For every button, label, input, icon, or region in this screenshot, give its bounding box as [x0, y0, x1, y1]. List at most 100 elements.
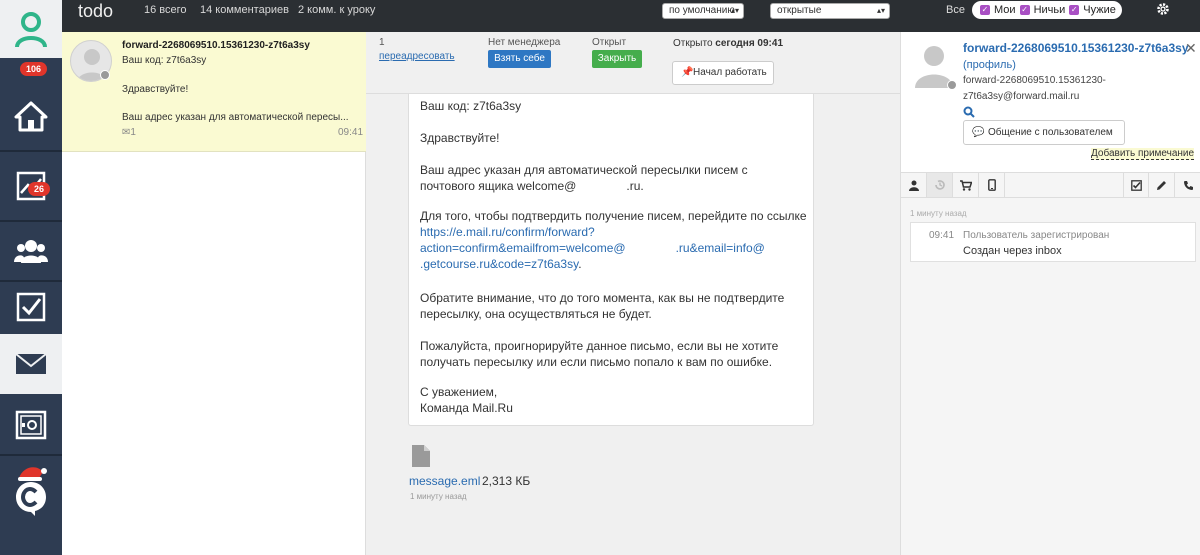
mail-count-value: 1 [130, 127, 136, 138]
tab-history[interactable] [927, 173, 953, 197]
offline-status-dot [947, 80, 957, 90]
profile-link[interactable]: (профиль) [963, 59, 1016, 71]
tab-orders[interactable] [953, 173, 979, 197]
cart-icon [959, 179, 972, 191]
user-menu-item[interactable] [0, 0, 62, 58]
owner-filter: ✓ Мои ✓ Ничьи ✓ Чужие [972, 1, 1122, 19]
user-tabs [901, 172, 1200, 198]
lesson-comments-count[interactable]: 2 комм. к уроку [298, 4, 375, 16]
sort-select[interactable]: по умолчанию ▴▾ [662, 3, 744, 19]
event-title: Пользователь зарегистрирован [963, 230, 1110, 241]
user-name[interactable]: forward-2268069510.15361230-z7t6a3sy [963, 41, 1189, 55]
opened-prefix: Открыто [673, 38, 713, 49]
message-sign-line2: Команда Mail.Ru [420, 401, 513, 415]
safe-menu-item[interactable] [0, 396, 62, 454]
state-select[interactable]: открытые ▴▾ [770, 3, 890, 19]
conversation-snippet: Ваш адрес указан для автоматической пере… [122, 112, 349, 123]
app-title: todo [78, 1, 114, 21]
opened-label: Открыт [592, 37, 627, 48]
no-manager-label: Нет менеджера [488, 37, 561, 48]
confirm-link-text3[interactable]: .getcourse.ru&code=z7t6a3sy [420, 257, 578, 271]
tab-tasks[interactable] [1123, 173, 1149, 197]
offline-status-dot [100, 70, 110, 80]
take-button[interactable]: Взять себе [488, 50, 551, 68]
person-icon [908, 180, 919, 191]
tasks-menu-item[interactable] [0, 282, 62, 332]
start-work-button[interactable]: 📌 Начал работать [672, 61, 774, 85]
tab-profile[interactable] [901, 173, 927, 197]
message-greeting: Здравствуйте! [420, 131, 500, 145]
confirm-link-line1[interactable]: https://e.mail.ru/confirm/forward? [420, 224, 595, 240]
confirm-link-text2[interactable]: action=confirm&emailfrom=welcome@ .ru&em… [420, 241, 765, 255]
event-subtitle: Создан через inbox [963, 245, 1062, 257]
search-icon[interactable] [963, 106, 975, 118]
attachment-size: 2,313 КБ [482, 474, 531, 488]
link-period: . [578, 257, 582, 271]
file-icon[interactable] [411, 444, 431, 468]
message-para4-line2: получать пересылку или если письмо попал… [420, 355, 773, 369]
message-code: Ваш код: z7t6a3sy [420, 99, 522, 113]
message-para1-line2: почтового ящика welcome@ .ru. [420, 179, 644, 193]
chat-with-user-label: Общение с пользователем [988, 127, 1113, 138]
checked-box-icon [1130, 179, 1142, 191]
redirect-link[interactable]: переадресовать [379, 51, 455, 62]
filter-others[interactable]: Чужие [1083, 4, 1116, 16]
conversation-code: Ваш код: z7t6a3sy [122, 55, 207, 66]
event-time: 09:41 [929, 230, 955, 241]
chat-bubbles-icon: 💬 [972, 127, 985, 138]
mobile-icon [987, 179, 996, 191]
add-note-link[interactable]: Добавить примечание [1091, 148, 1195, 160]
users-icon [14, 240, 48, 263]
checkmark-icon[interactable]: ✓ [980, 5, 990, 15]
confirm-link-line3[interactable]: .getcourse.ru&code=z7t6a3sy. [420, 256, 582, 272]
conversation-greeting: Здравствуйте! [122, 84, 189, 95]
user-panel: forward-2268069510.15361230-z7t6a3sy ✕ (… [900, 32, 1200, 555]
brand-menu-item[interactable] [0, 458, 62, 520]
confirm-link-line2[interactable]: action=confirm&emailfrom=welcome@ .ru&em… [420, 240, 765, 256]
stats-count-badge: 26 [28, 182, 51, 196]
message-para4-line1: Пожалуйста, проигнорируйте данное письмо… [420, 339, 779, 353]
filter-nobody[interactable]: Ничьи [1034, 4, 1066, 16]
attachment-name[interactable]: message.eml [409, 474, 480, 488]
opened-at: Открыто сегодня 09:41 [673, 38, 783, 49]
comments-count[interactable]: 14 комментариев [200, 4, 289, 16]
close-ticket-button[interactable]: Закрыть [592, 50, 642, 68]
start-work-label: Начал работать [693, 67, 767, 78]
checkmark-icon[interactable]: ✓ [1019, 5, 1030, 15]
message-para3-line2: пересылку, она осуществляться не будет. [420, 307, 652, 321]
message-pane: Ваш код: z7t6a3sy Здравствуйте! Ваш адре… [366, 94, 900, 555]
mail-count: ✉1 [122, 127, 136, 138]
user-icon [15, 12, 47, 48]
users-menu-item[interactable] [0, 222, 62, 280]
feed-event: 09:41 Пользователь зарегистрирован Созда… [910, 222, 1196, 262]
message-count: 1 [379, 37, 385, 48]
conversation-item[interactable]: forward-2268069510.15361230-z7t6a3sy Ваш… [62, 32, 366, 152]
safe-icon [15, 410, 47, 440]
message-sign-line1: С уважением, [420, 385, 498, 399]
tab-notes[interactable] [1149, 173, 1175, 197]
messages-menu-item[interactable] [0, 334, 62, 394]
pencil-icon [1157, 180, 1166, 190]
activity-feed: 1 минуту назад 09:41 Пользователь зареги… [901, 198, 1200, 555]
total-count[interactable]: 16 всего [144, 4, 187, 16]
message-para3-line1: Обратите внимание, что до того момента, … [420, 291, 785, 305]
gear-icon[interactable] [1156, 2, 1170, 16]
checkmark-icon[interactable]: ✓ [1069, 5, 1080, 15]
filter-all[interactable]: Все [946, 4, 965, 16]
tab-devices[interactable] [979, 173, 1005, 197]
filter-mine[interactable]: Мои [994, 4, 1016, 16]
message-card: Ваш код: z7t6a3sy Здравствуйте! Ваш адре… [408, 94, 814, 426]
home-menu-item[interactable] [0, 82, 62, 150]
opened-time: сегодня 09:41 [715, 38, 784, 49]
user-email-line1: forward-2268069510.15361230- [963, 75, 1106, 86]
conversation-name: forward-2268069510.15361230-z7t6a3sy [122, 40, 310, 51]
conversation-list: forward-2268069510.15361230-z7t6a3sy Ваш… [62, 32, 366, 555]
close-icon[interactable]: ✕ [1185, 40, 1197, 57]
tab-calls[interactable] [1175, 173, 1200, 197]
user-email-line2: z7t6a3sy@forward.mail.ru [963, 91, 1080, 102]
conversation-header: 1 переадресовать Нет менеджера Взять себ… [366, 32, 900, 94]
chat-with-user-button[interactable]: 💬 Общение с пользователем [963, 120, 1125, 145]
confirm-link-text1[interactable]: https://e.mail.ru/confirm/forward? [420, 225, 595, 239]
inbox-count-badge: 106 [20, 62, 48, 76]
santa-hat-logo-icon [16, 467, 47, 516]
